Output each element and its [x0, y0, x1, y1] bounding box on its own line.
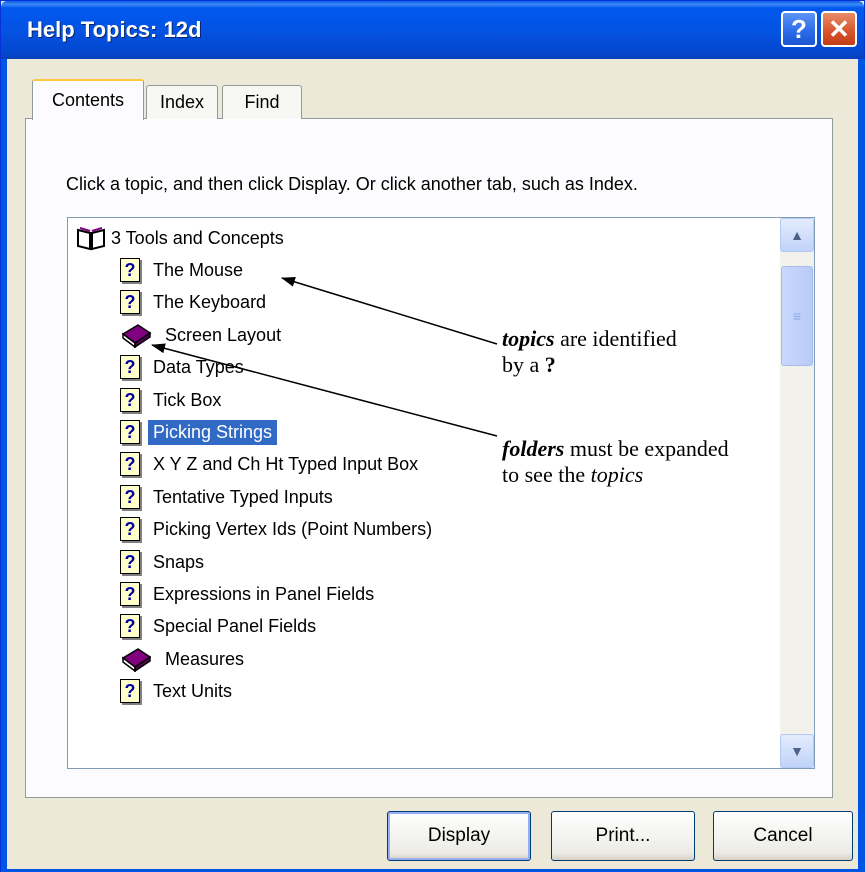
tree-item[interactable]: ? Special Panel Fields	[120, 610, 321, 642]
tree-item[interactable]: ? Picking Strings	[120, 416, 278, 448]
title-bar[interactable]: Help Topics: 12d ? ✕	[1, 1, 864, 59]
cancel-button[interactable]: Cancel	[713, 811, 853, 861]
folders-annotation-keyword: folders	[502, 436, 565, 461]
topic-icon: ?	[120, 582, 140, 606]
tree-item-label: X Y Z and Ch Ht Typed Input Box	[153, 453, 419, 474]
topic-icon: ?	[120, 550, 140, 574]
chevron-down-icon: ▼	[790, 743, 804, 759]
topics-annotation: topics are identified by a ?	[498, 326, 681, 378]
tree-item[interactable]: ? The Mouse	[120, 254, 248, 286]
tree-item[interactable]: ? Tick Box	[120, 384, 226, 416]
topic-icon: ?	[120, 420, 140, 444]
tree-item-label: The Keyboard	[153, 291, 267, 312]
folders-annotation: folders must be expanded to see the topi…	[498, 436, 733, 488]
tree-root-label: 3 Tools and Concepts	[111, 227, 284, 248]
open-book-icon	[77, 227, 105, 251]
tree-item[interactable]: ? Snaps	[120, 546, 209, 578]
tree-item-label: Picking Vertex Ids (Point Numbers)	[153, 518, 433, 539]
folders-annotation-topics: topics	[590, 462, 644, 487]
tree-item[interactable]: ? Picking Vertex Ids (Point Numbers)	[120, 513, 437, 545]
book-icon	[121, 324, 152, 348]
topic-icon: ?	[120, 290, 140, 314]
topics-annotation-line2: by a	[502, 352, 545, 377]
tree-root-item[interactable]: 3 Tools and Concepts	[76, 222, 289, 254]
tree-item[interactable]: ? Data Types	[120, 351, 249, 383]
close-button[interactable]: ✕	[821, 11, 857, 47]
help-button[interactable]: ?	[781, 11, 817, 47]
tree-item[interactable]: ? X Y Z and Ch Ht Typed Input Box	[120, 448, 423, 480]
tab-contents[interactable]: Contents	[32, 79, 144, 120]
tree-item[interactable]: Measures	[120, 643, 249, 675]
topics-annotation-keyword: topics	[502, 326, 555, 351]
display-button[interactable]: Display	[387, 811, 531, 861]
help-topics-dialog: Help Topics: 12d ? ✕ Click a topic, and …	[0, 0, 865, 872]
scroll-up-button[interactable]: ▲	[780, 218, 814, 252]
topic-icon: ?	[120, 258, 140, 282]
folders-annotation-text: must be expanded	[564, 436, 729, 461]
topic-icon: ?	[120, 452, 140, 476]
scroll-thumb[interactable]: ≡	[781, 266, 813, 366]
chevron-up-icon: ▲	[790, 227, 804, 243]
tree-item-label: Expressions in Panel Fields	[153, 583, 375, 604]
tree-item[interactable]: ? The Keyboard	[120, 286, 271, 318]
tree-item-label: Measures	[165, 648, 245, 669]
topics-annotation-symbol: ?	[544, 352, 556, 377]
tree-item-label: Special Panel Fields	[153, 615, 317, 636]
tree-item[interactable]: ? Expressions in Panel Fields	[120, 578, 379, 610]
tree-item-label: The Mouse	[153, 259, 244, 280]
tab-index[interactable]: Index	[146, 85, 218, 119]
tree-item-label: Text Units	[153, 680, 233, 701]
topic-icon: ?	[120, 679, 140, 703]
tree-item-label: Snaps	[153, 551, 205, 572]
tree-item[interactable]: ? Text Units	[120, 675, 237, 707]
tree-item-label: Tentative Typed Inputs	[153, 486, 333, 507]
question-mark-icon: ?	[791, 13, 807, 44]
window-border-right	[858, 59, 865, 872]
tab-find[interactable]: Find	[222, 85, 302, 119]
tree-item-label: Picking Strings	[148, 419, 278, 445]
window-title: Help Topics: 12d	[27, 17, 202, 42]
topics-annotation-text: are identified	[554, 326, 677, 351]
tree-item[interactable]: Screen Layout	[120, 319, 286, 351]
topic-icon: ?	[120, 614, 140, 638]
instruction-text: Click a topic, and then click Display. O…	[66, 174, 638, 194]
folders-annotation-line2: to see the	[502, 462, 591, 487]
topic-icon: ?	[120, 355, 140, 379]
tree-item-label: Tick Box	[153, 389, 222, 410]
vertical-scrollbar[interactable]: ▲ ≡ ▼	[780, 218, 814, 768]
tree-item[interactable]: ? Tentative Typed Inputs	[120, 481, 338, 513]
topics-tree[interactable]: 3 Tools and Concepts ? The Mouse? The Keyb…	[67, 217, 815, 769]
grip-icon: ≡	[792, 308, 802, 324]
tree-item-label: Data Types	[153, 356, 244, 377]
scroll-down-button[interactable]: ▼	[780, 734, 814, 768]
tree-item-label: Screen Layout	[165, 324, 282, 345]
topic-icon: ?	[120, 517, 140, 541]
topic-icon: ?	[120, 388, 140, 412]
book-icon	[121, 648, 152, 672]
print-button[interactable]: Print...	[551, 811, 695, 861]
topic-icon: ?	[120, 485, 140, 509]
close-icon: ✕	[828, 13, 850, 44]
